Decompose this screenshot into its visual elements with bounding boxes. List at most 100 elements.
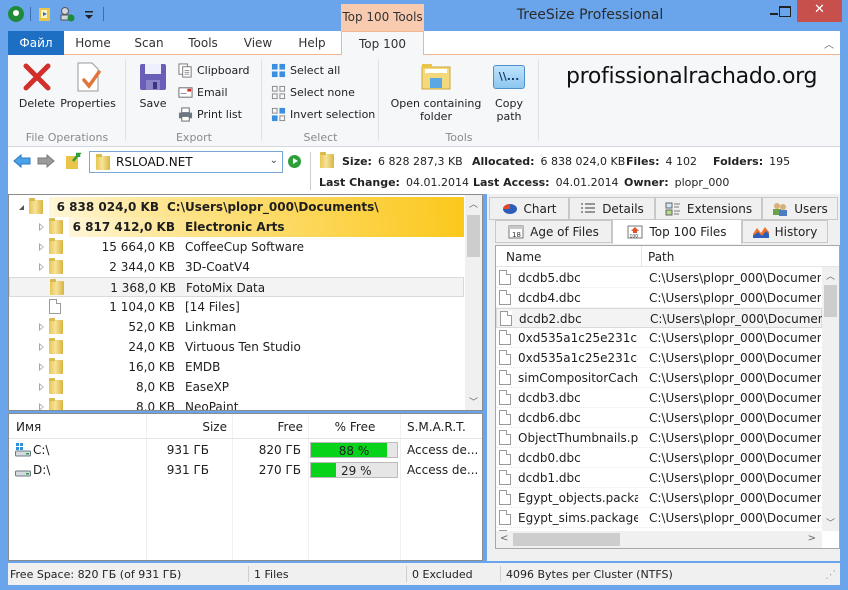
expand-arrow-icon[interactable] bbox=[39, 403, 44, 410]
select-all-button[interactable]: Select all bbox=[271, 61, 340, 79]
file-row[interactable]: 0xd535a1c25e231c85... C:\Users\plopr_000\… bbox=[496, 348, 822, 368]
delete-button[interactable]: Delete bbox=[14, 61, 60, 110]
tab-chart[interactable]: Chart bbox=[489, 197, 569, 220]
col-header-path[interactable]: Path bbox=[648, 250, 674, 264]
scroll-right-icon[interactable]: > bbox=[808, 533, 816, 544]
tree-row[interactable]: 16,0 KB EMDB bbox=[9, 357, 464, 377]
back-arrow-icon[interactable] bbox=[13, 154, 31, 168]
expand-arrow-icon[interactable] bbox=[39, 243, 44, 251]
properties-button[interactable]: Properties bbox=[58, 61, 118, 110]
file-row[interactable]: Egypt_objects.packa... C:\Users\plopr_000… bbox=[496, 488, 822, 508]
expand-arrow-icon[interactable] bbox=[39, 323, 44, 331]
collapse-ribbon-icon[interactable]: ︿ bbox=[824, 36, 834, 51]
tab-file[interactable]: Файл bbox=[8, 31, 64, 55]
file-row[interactable]: dcdb3.dbc C:\Users\plopr_000\Documents\ bbox=[496, 388, 822, 408]
tab-history[interactable]: History bbox=[742, 220, 828, 243]
tree-row[interactable]: 15 664,0 KB CoffeeCup Software bbox=[9, 237, 464, 257]
files-vertical-scrollbar[interactable]: ︿ ﹀ bbox=[822, 267, 839, 531]
print-list-button[interactable]: Print list bbox=[178, 105, 242, 123]
col-header-name[interactable]: Имя bbox=[16, 420, 41, 434]
col-header-size[interactable]: Size bbox=[147, 420, 227, 434]
select-none-button[interactable]: Select none bbox=[271, 83, 355, 101]
file-row[interactable]: ObjectThumbnails.p... C:\Users\plopr_000\… bbox=[496, 428, 822, 448]
folder-tree[interactable]: 6 838 024,0 KB C:\Users\plopr_000\Documen… bbox=[8, 194, 483, 411]
scroll-up-icon[interactable]: ︿ bbox=[465, 197, 482, 210]
tree-row[interactable]: 52,0 KB Linkman bbox=[9, 317, 464, 337]
tab-top-100[interactable]: Top 100 bbox=[341, 31, 424, 56]
tree-row[interactable]: 2 344,0 KB 3D-CoatV4 bbox=[9, 257, 464, 277]
drives-list[interactable]: Имя Size Free % Free S.M.A.R.T. C:\ 931 Г… bbox=[8, 413, 483, 561]
file-path: C:\Users\plopr_000\Documents\ bbox=[649, 511, 821, 525]
expand-arrow-icon[interactable] bbox=[39, 263, 44, 271]
copy-path-button[interactable]: \\... Copy path bbox=[489, 61, 529, 123]
file-row[interactable]: dcdb0.dbc C:\Users\plopr_000\Documents\ bbox=[496, 448, 822, 468]
col-header-smart[interactable]: S.M.A.R.T. bbox=[407, 420, 466, 434]
collapse-arrow-icon[interactable] bbox=[19, 205, 24, 210]
file-row[interactable]: dcdb4.dbc C:\Users\plopr_000\Documents\ bbox=[496, 288, 822, 308]
file-row[interactable]: 0xd535a1c25e231c85... C:\Users\plopr_000\… bbox=[496, 328, 822, 348]
drive-row[interactable]: D:\ 931 ГБ 270 ГБ 29 % Access de... bbox=[9, 460, 482, 480]
invert-selection-button[interactable]: Invert selection bbox=[271, 105, 375, 123]
expand-arrow-icon[interactable] bbox=[39, 223, 44, 231]
tree-row[interactable]: 6 838 024,0 KB C:\Users\plopr_000\Documen… bbox=[19, 197, 464, 217]
tab-help[interactable]: Help bbox=[290, 31, 334, 55]
top-100-files-list[interactable]: Name Path dcdb5.dbc C:\Users\plopr_000\Do… bbox=[495, 245, 840, 549]
treesize-app-icon[interactable] bbox=[8, 6, 24, 22]
tree-row[interactable]: 6 817 412,0 KB Electronic Arts bbox=[39, 217, 464, 237]
col-header-free[interactable]: Free bbox=[233, 420, 303, 434]
tab-home[interactable]: Home bbox=[68, 31, 118, 55]
scroll-left-icon[interactable]: < bbox=[500, 533, 508, 544]
open-containing-folder-button[interactable]: Open containing folder bbox=[389, 61, 483, 123]
file-row[interactable]: dcdb5.dbc C:\Users\plopr_000\Documents\ bbox=[496, 268, 822, 288]
forward-arrow-icon[interactable] bbox=[37, 154, 55, 168]
drive-row[interactable]: C:\ 931 ГБ 820 ГБ 88 % Access de... bbox=[9, 440, 482, 460]
tree-row[interactable]: 24,0 KB Virtuous Ten Studio bbox=[9, 337, 464, 357]
tab-users[interactable]: Users bbox=[762, 197, 838, 220]
file-row[interactable]: Egypt_sims.package C:\Users\plopr_000\Doc… bbox=[496, 508, 822, 528]
customize-qat-icon[interactable] bbox=[81, 6, 97, 22]
tab-top-100-files[interactable]: 100 Top 100 Files bbox=[612, 219, 742, 244]
email-button[interactable]: Email bbox=[178, 83, 228, 101]
scan-user-icon[interactable] bbox=[59, 6, 75, 22]
tab-details[interactable]: Details bbox=[569, 197, 655, 220]
group-label-tools: Tools bbox=[445, 131, 473, 144]
tree-row[interactable]: 8,0 KB NeoPaint bbox=[9, 397, 464, 410]
resize-grip-icon[interactable]: ⋰ bbox=[825, 568, 836, 581]
go-scan-button[interactable] bbox=[288, 155, 301, 168]
tab-tools[interactable]: Tools bbox=[180, 31, 226, 55]
expand-arrow-icon[interactable] bbox=[39, 343, 44, 351]
scrollbar-thumb[interactable] bbox=[467, 215, 480, 257]
tree-row[interactable]: 1 104,0 KB [14 Files] bbox=[9, 297, 464, 317]
expand-arrow-icon[interactable] bbox=[39, 383, 44, 391]
column-divider[interactable] bbox=[641, 246, 642, 267]
file-row[interactable]: dcdb2.dbc C:\Users\plopr_000\Documents\ bbox=[496, 308, 822, 328]
parent-folder-icon[interactable] bbox=[64, 152, 82, 170]
col-header-pct-free[interactable]: % Free bbox=[309, 420, 401, 434]
expand-arrow-icon[interactable] bbox=[39, 363, 44, 371]
maximize-button[interactable] bbox=[771, 0, 797, 22]
tab-view[interactable]: View bbox=[236, 31, 280, 55]
clipboard-button[interactable]: Clipboard bbox=[178, 61, 250, 79]
scroll-up-icon[interactable]: ︿ bbox=[822, 269, 839, 282]
tab-age-of-files[interactable]: 18 Age of Files bbox=[495, 220, 612, 243]
tree-vertical-scrollbar[interactable]: ︿ ﹀ bbox=[465, 195, 482, 410]
files-horizontal-scrollbar[interactable]: < > bbox=[496, 531, 822, 548]
col-header-name[interactable]: Name bbox=[506, 250, 541, 264]
open-folder-icon[interactable] bbox=[37, 6, 53, 22]
file-row[interactable]: dcdb6.dbc C:\Users\plopr_000\Documents\ bbox=[496, 408, 822, 428]
tree-row[interactable]: 8,0 KB EaseXP bbox=[9, 377, 464, 397]
tab-age-of-files-label: Age of Files bbox=[530, 224, 599, 239]
chevron-down-icon[interactable]: ⌄ bbox=[270, 155, 278, 166]
file-row[interactable]: simCompositorCach... C:\Users\plopr_000\D… bbox=[496, 368, 822, 388]
save-button[interactable]: Save bbox=[134, 61, 172, 110]
scroll-down-icon[interactable]: ﹀ bbox=[465, 395, 482, 408]
tree-row[interactable]: 1 368,0 KB FotoMix Data bbox=[9, 277, 464, 297]
tab-extensions[interactable]: Extensions bbox=[655, 197, 762, 220]
scroll-down-icon[interactable]: ﹀ bbox=[822, 516, 839, 529]
scrollbar-thumb[interactable] bbox=[824, 285, 837, 317]
tab-scan[interactable]: Scan bbox=[126, 31, 172, 55]
path-combobox[interactable]: RSLOAD.NET ⌄ bbox=[89, 151, 283, 173]
file-row[interactable]: dcdb1.dbc C:\Users\plopr_000\Documents\ bbox=[496, 468, 822, 488]
scrollbar-thumb[interactable] bbox=[513, 533, 620, 546]
close-button[interactable]: ✕ bbox=[797, 0, 842, 22]
